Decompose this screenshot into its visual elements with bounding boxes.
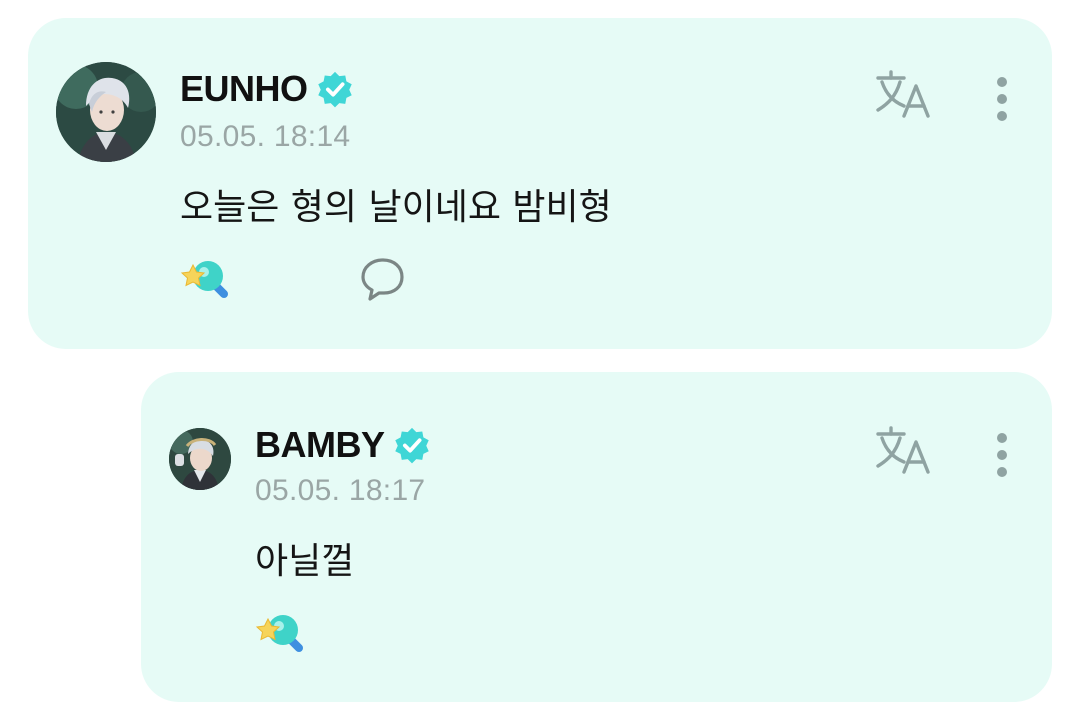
avatar-eunho[interactable] (56, 62, 156, 162)
comment-text: 오늘은 형의 날이네요 밤비형 (180, 187, 612, 228)
comment-card-bamby: BAMBY 05.05. 18:17 아닐껄 (141, 372, 1052, 702)
author-row: BAMBY (255, 424, 431, 466)
verified-badge-icon (317, 71, 352, 108)
avatar-eunho-image (56, 62, 156, 162)
more-vertical-icon[interactable] (994, 76, 1010, 126)
verified-badge-icon (394, 427, 429, 464)
author-row: EUNHO (180, 68, 354, 110)
speech-bubble-icon[interactable] (360, 256, 406, 302)
comment-timestamp: 05.05. 18:14 (180, 120, 351, 153)
avatar-bamby[interactable] (169, 428, 231, 490)
translate-icon[interactable] (874, 68, 934, 120)
star-lightstick-icon[interactable] (255, 610, 307, 656)
comment-timestamp: 05.05. 18:17 (255, 474, 426, 507)
avatar-bamby-image (169, 428, 231, 490)
comment-text: 아닐껄 (255, 541, 355, 582)
author-name[interactable]: EUNHO (180, 68, 308, 110)
translate-icon[interactable] (874, 424, 934, 476)
star-lightstick-icon[interactable] (180, 256, 232, 302)
author-name[interactable]: BAMBY (255, 424, 385, 466)
comment-card-eunho: EUNHO 05.05. 18:14 오늘은 형의 날이네요 밤비형 (28, 18, 1052, 349)
more-vertical-icon[interactable] (994, 432, 1010, 482)
